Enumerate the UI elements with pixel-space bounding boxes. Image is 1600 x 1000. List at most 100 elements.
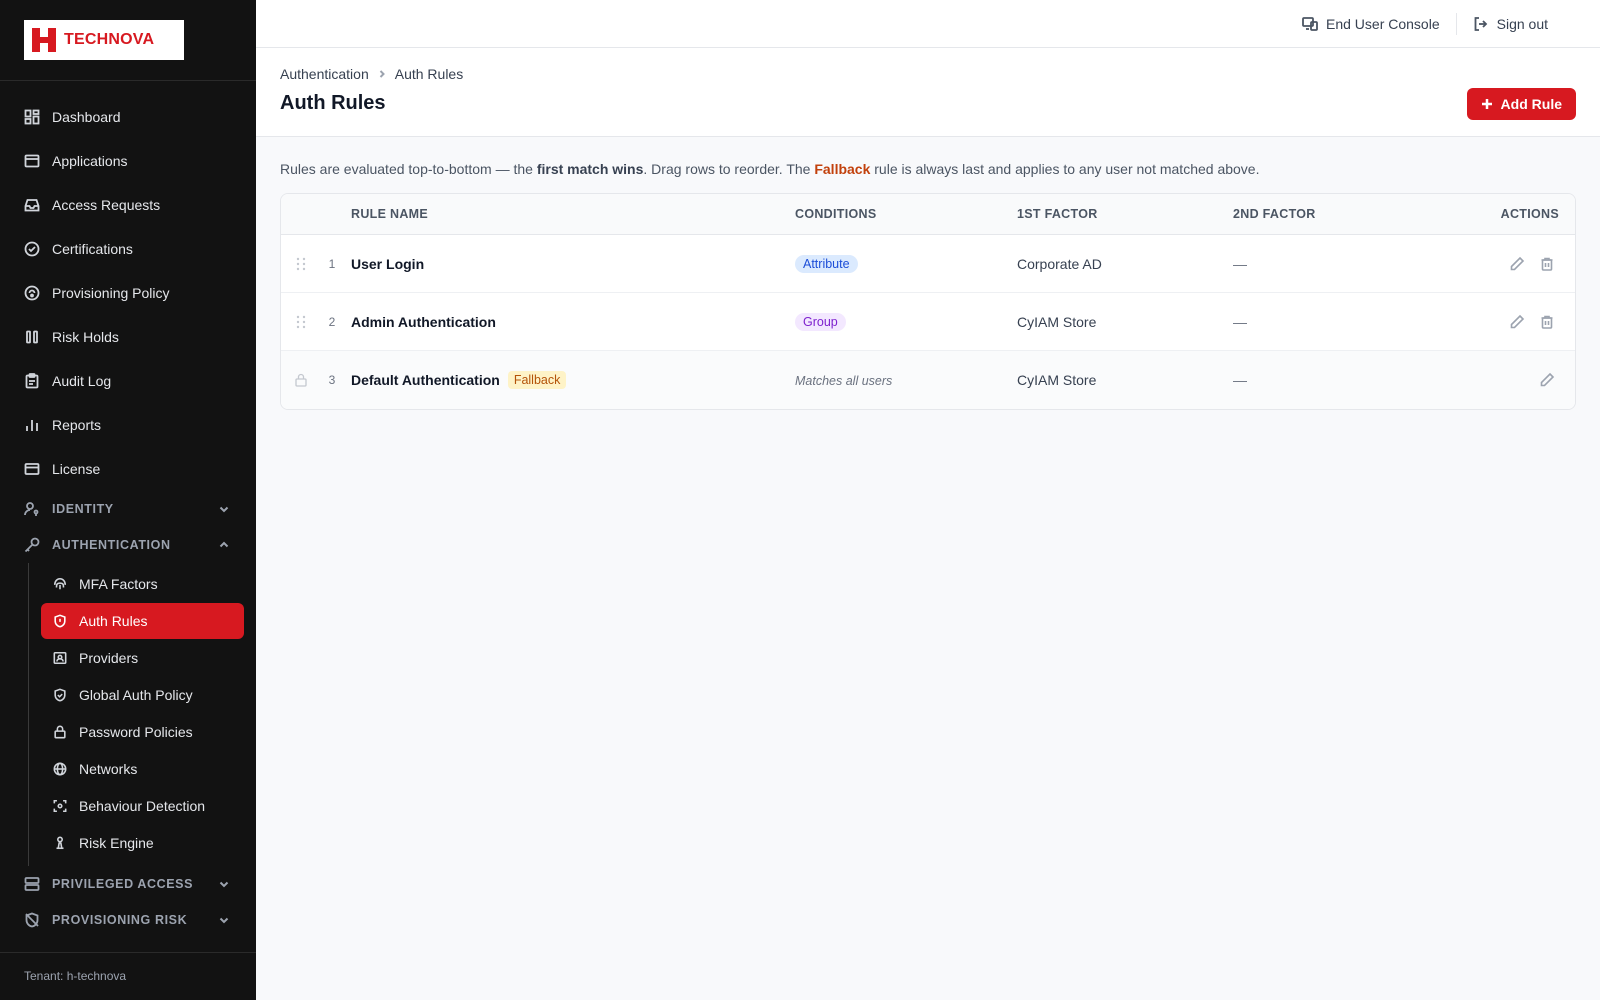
- sidebar-item-password-policies[interactable]: Password Policies: [41, 714, 244, 750]
- card-icon: [24, 461, 40, 477]
- server-icon: [24, 876, 40, 892]
- drag-handle-icon[interactable]: [281, 315, 313, 329]
- main-area: End User Console Sign out Authentication…: [256, 0, 1600, 1000]
- drag-handle-icon[interactable]: [281, 257, 313, 271]
- section-identity[interactable]: IDENTITY: [0, 491, 256, 527]
- edit-icon[interactable]: [1509, 256, 1525, 272]
- sidebar-item-access-requests[interactable]: Access Requests: [0, 183, 256, 227]
- risk-engine-icon: [53, 836, 67, 850]
- sidebar-item-license[interactable]: License: [0, 447, 256, 491]
- sidebar-item-label: Networks: [79, 761, 138, 777]
- sidebar-item-label: Reports: [52, 417, 102, 433]
- sidebar-item-behaviour-detection[interactable]: Behaviour Detection: [41, 788, 244, 824]
- condition-cell: Attribute: [795, 254, 1017, 273]
- section-label: AUTHENTICATION: [52, 538, 171, 552]
- chevron-down-icon: [218, 503, 230, 515]
- intro-text: Rules are evaluated top-to-bottom — the …: [280, 161, 1576, 177]
- edit-icon[interactable]: [1539, 372, 1555, 388]
- add-rule-button[interactable]: Add Rule: [1466, 88, 1576, 120]
- sidebar-item-label: Applications: [52, 153, 128, 169]
- auth-rules-table: RULE NAME CONDITIONS 1ST FACTOR 2ND FACT…: [280, 193, 1576, 410]
- chevron-down-icon: [218, 878, 230, 890]
- condition-badge: Group: [795, 312, 846, 331]
- sidebar-item-risk-engine[interactable]: Risk Engine: [41, 825, 244, 861]
- sidebar-item-reports[interactable]: Reports: [0, 403, 256, 447]
- end-user-console-label: End User Console: [1326, 15, 1440, 32]
- shield-check-icon: [53, 688, 67, 702]
- condition-cell: Group: [795, 312, 1017, 331]
- table-row-fallback[interactable]: 3 Default Authentication Fallback Matches…: [281, 351, 1575, 409]
- sign-out-button[interactable]: Sign out: [1457, 16, 1564, 32]
- sidebar-item-risk-holds[interactable]: Risk Holds: [0, 315, 256, 359]
- sidebar-item-provisioning-policy[interactable]: Provisioning Policy: [0, 271, 256, 315]
- section-label: IDENTITY: [52, 502, 114, 516]
- key-icon: [24, 537, 40, 553]
- condition-badge: Attribute: [795, 254, 858, 273]
- intro-part: Rules are evaluated top-to-bottom — the: [280, 161, 537, 177]
- rule-name-text: Default Authentication: [351, 372, 500, 388]
- lock-icon: [281, 373, 313, 387]
- content: Rules are evaluated top-to-bottom — the …: [256, 137, 1600, 434]
- shield-off-icon: [24, 912, 40, 928]
- bar-chart-icon: [24, 417, 40, 433]
- sidebar-item-certifications[interactable]: Certifications: [0, 227, 256, 271]
- edit-icon[interactable]: [1509, 314, 1525, 330]
- section-provisioning-risk[interactable]: PROVISIONING RISK: [0, 902, 256, 938]
- table-row[interactable]: 2 Admin Authentication Group CyIAM Store…: [281, 293, 1575, 351]
- topbar: End User Console Sign out: [256, 0, 1600, 48]
- chevron-up-icon: [218, 539, 230, 551]
- sidebar-item-label: Password Policies: [79, 724, 193, 740]
- first-factor: Corporate AD: [1017, 255, 1102, 272]
- lock-icon: [53, 725, 67, 739]
- clipboard-icon: [24, 373, 40, 389]
- sidebar-item-label: Providers: [79, 650, 139, 666]
- add-rule-label: Add Rule: [1500, 96, 1562, 112]
- sidebar-item-auth-rules[interactable]: Auth Rules: [41, 603, 244, 639]
- main-nav: Dashboard Applications Access Requests C…: [0, 81, 256, 938]
- tenant-label: Tenant: h-technova: [0, 952, 256, 1000]
- page-title: Auth Rules: [280, 92, 386, 114]
- row-actions: [1433, 256, 1575, 272]
- header-conditions: CONDITIONS: [795, 207, 877, 221]
- sidebar-item-mfa-factors[interactable]: MFA Factors: [41, 566, 244, 602]
- table-row[interactable]: 1 User Login Attribute Corporate AD —: [281, 235, 1575, 293]
- trash-icon[interactable]: [1539, 314, 1555, 330]
- sidebar-item-dashboard[interactable]: Dashboard: [0, 95, 256, 139]
- sidebar-item-global-auth-policy[interactable]: Global Auth Policy: [41, 677, 244, 713]
- row-number: 1: [328, 256, 336, 271]
- breadcrumb: Authentication Auth Rules: [280, 66, 1576, 82]
- authentication-subnav: MFA Factors Auth Rules Providers Global …: [28, 563, 256, 866]
- header-second-factor: 2ND FACTOR: [1233, 207, 1316, 221]
- intro-bold: first match wins: [536, 161, 644, 177]
- fingerprint-icon: [53, 577, 67, 591]
- intro-part: . Drag rows to reorder. The: [643, 161, 815, 177]
- rule-name-text: User Login: [351, 255, 425, 272]
- section-authentication[interactable]: AUTHENTICATION: [0, 527, 256, 563]
- trash-icon[interactable]: [1539, 256, 1555, 272]
- rule-name-text: Admin Authentication: [351, 313, 496, 330]
- dashboard-icon: [24, 109, 40, 125]
- sidebar-item-label: Access Requests: [52, 197, 161, 213]
- sidebar-item-networks[interactable]: Networks: [41, 751, 244, 787]
- page-header: Authentication Auth Rules Auth Rules Add…: [256, 48, 1600, 137]
- sidebar-item-label: Dashboard: [52, 109, 121, 125]
- header-rule-name: RULE NAME: [351, 207, 429, 221]
- section-label: PROVISIONING RISK: [52, 913, 188, 927]
- sidebar-item-providers[interactable]: Providers: [41, 640, 244, 676]
- rule-name: Admin Authentication: [351, 314, 795, 330]
- sidebar-item-label: Risk Holds: [52, 329, 119, 345]
- section-privileged-access[interactable]: PRIVILEGED ACCESS: [0, 866, 256, 902]
- end-user-console-button[interactable]: End User Console: [1286, 16, 1456, 32]
- shield-icon: [53, 614, 67, 628]
- breadcrumb-authentication[interactable]: Authentication: [280, 66, 369, 82]
- sidebar-item-label: Audit Log: [52, 373, 112, 389]
- brand-logo[interactable]: TECHNOVA: [24, 20, 184, 60]
- sidebar-item-applications[interactable]: Applications: [0, 139, 256, 183]
- sign-out-label: Sign out: [1496, 15, 1548, 32]
- sidebar-item-label: Global Auth Policy: [79, 687, 193, 703]
- sidebar-item-audit-log[interactable]: Audit Log: [0, 359, 256, 403]
- brand-mark-icon: [32, 28, 56, 52]
- table-header: RULE NAME CONDITIONS 1ST FACTOR 2ND FACT…: [281, 194, 1575, 235]
- first-factor: CyIAM Store: [1017, 372, 1097, 388]
- sidebar-item-label: Behaviour Detection: [79, 798, 206, 814]
